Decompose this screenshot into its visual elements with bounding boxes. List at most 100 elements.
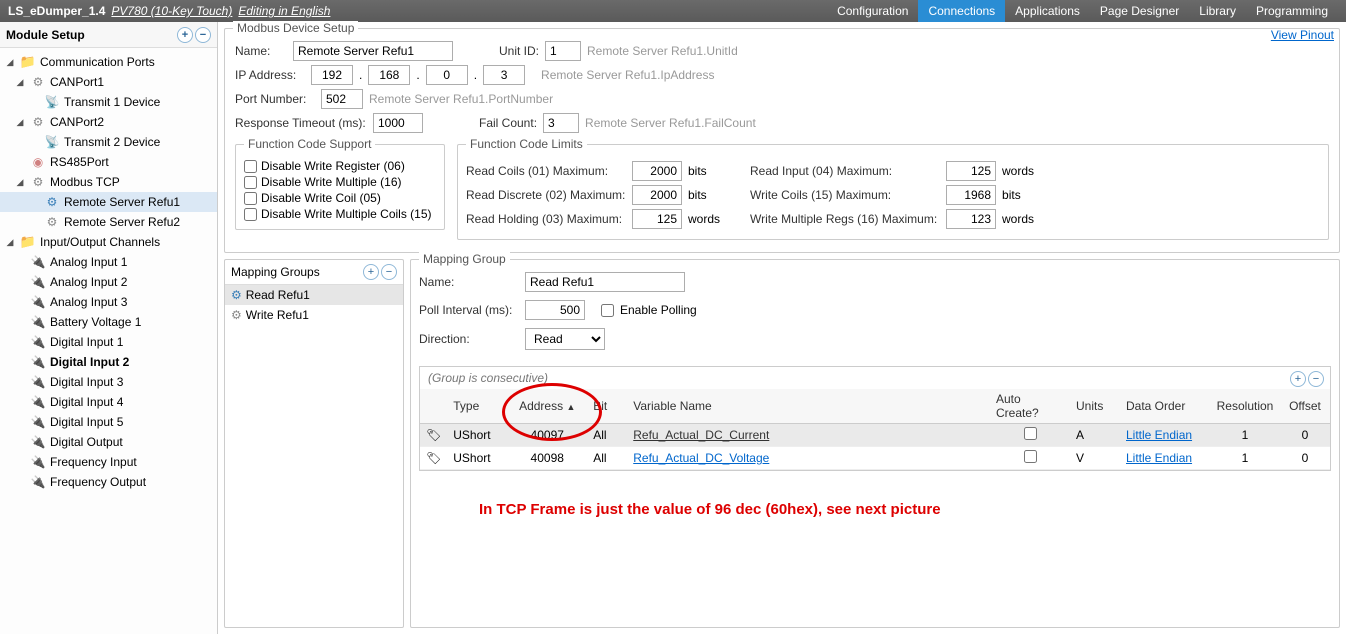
app-title: LS_eDumper_1.4	[8, 4, 105, 18]
data-order-link[interactable]: Little Endian	[1126, 428, 1192, 442]
disable-write-coil-checkbox[interactable]	[244, 192, 257, 205]
top-menu-bar: LS_eDumper_1.4 PV780 (10-Key Touch) Edit…	[0, 0, 1346, 22]
direction-select[interactable]: Read	[525, 328, 605, 350]
failcount-label: Fail Count:	[479, 116, 537, 130]
ip-octet-1[interactable]	[311, 65, 353, 85]
col-bit[interactable]: Bit	[587, 389, 627, 424]
unitid-hint: Remote Server Refu1.UnitId	[587, 44, 738, 58]
tree-remote-server-refu2[interactable]: Remote Server Refu2	[0, 212, 217, 232]
ip-octet-4[interactable]	[483, 65, 525, 85]
tree-transmit1[interactable]: Transmit 1 Device	[0, 92, 217, 112]
tree-communication-ports[interactable]: ◢Communication Ports	[0, 52, 217, 72]
menu-applications[interactable]: Applications	[1005, 0, 1090, 22]
folder-icon	[20, 234, 36, 250]
port-hint: Remote Server Refu1.PortNumber	[369, 92, 553, 106]
mapping-groups-title: Mapping Groups	[231, 265, 320, 279]
menu-library[interactable]: Library	[1189, 0, 1246, 22]
table-add-button[interactable]: +	[1290, 371, 1306, 387]
write-coils-max-input[interactable]	[946, 185, 996, 205]
tree-digital-output[interactable]: Digital Output	[0, 432, 217, 452]
tree-modbus-tcp[interactable]: ◢Modbus TCP	[0, 172, 217, 192]
tree-transmit2[interactable]: Transmit 2 Device	[0, 132, 217, 152]
menu-connections[interactable]: Connections	[918, 0, 1005, 22]
col-offset[interactable]: Offset	[1280, 389, 1330, 424]
mapping-group-write-refu1[interactable]: Write Refu1	[225, 305, 403, 325]
tree-canport2[interactable]: ◢CANPort2	[0, 112, 217, 132]
plug-icon	[30, 434, 46, 450]
plug-icon	[30, 294, 46, 310]
col-variable-name[interactable]: Variable Name	[627, 389, 990, 424]
mapping-group-detail-panel: Mapping Group Name: Poll Interval (ms):E…	[410, 259, 1340, 628]
mapping-group-read-refu1[interactable]: Read Refu1	[225, 285, 403, 305]
disable-write-multiple-checkbox[interactable]	[244, 176, 257, 189]
col-units[interactable]: Units	[1070, 389, 1120, 424]
sidebar-add-button[interactable]: +	[177, 27, 193, 43]
plug-icon	[30, 414, 46, 430]
editing-mode[interactable]: Editing in English	[238, 4, 330, 18]
menu-page-designer[interactable]: Page Designer	[1090, 0, 1189, 22]
auto-create-checkbox[interactable]	[1024, 427, 1037, 440]
module-tree: ◢Communication Ports ◢CANPort1 Transmit …	[0, 48, 217, 496]
tree-digital-input-3[interactable]: Digital Input 3	[0, 372, 217, 392]
tree-analog-input-1[interactable]: Analog Input 1	[0, 252, 217, 272]
tree-rs485port[interactable]: RS485Port	[0, 152, 217, 172]
unitid-input[interactable]	[545, 41, 581, 61]
tree-analog-input-3[interactable]: Analog Input 3	[0, 292, 217, 312]
read-coils-max-input[interactable]	[632, 161, 682, 181]
ip-hint: Remote Server Refu1.IpAddress	[541, 68, 714, 82]
tree-battery-voltage-1[interactable]: Battery Voltage 1	[0, 312, 217, 332]
col-data-order[interactable]: Data Order	[1120, 389, 1210, 424]
module-setup-sidebar: Module Setup + − ◢Communication Ports ◢C…	[0, 22, 218, 634]
disable-write-multiple-coils-checkbox[interactable]	[244, 208, 257, 221]
data-order-link[interactable]: Little Endian	[1126, 451, 1192, 465]
tree-frequency-input[interactable]: Frequency Input	[0, 452, 217, 472]
tree-analog-input-2[interactable]: Analog Input 2	[0, 272, 217, 292]
port-input[interactable]	[321, 89, 363, 109]
plug-icon	[30, 474, 46, 490]
gear-icon	[30, 174, 46, 190]
poll-interval-input[interactable]	[525, 300, 585, 320]
menu-programming[interactable]: Programming	[1246, 0, 1338, 22]
tree-canport1[interactable]: ◢CANPort1	[0, 72, 217, 92]
enable-polling-checkbox[interactable]	[601, 304, 614, 317]
table-remove-button[interactable]: −	[1308, 371, 1324, 387]
device-name-input[interactable]	[293, 41, 453, 61]
write-multiple-regs-max-input[interactable]	[946, 209, 996, 229]
tree-remote-server-refu1[interactable]: Remote Server Refu1	[0, 192, 217, 212]
read-holding-max-input[interactable]	[632, 209, 682, 229]
mapping-group-add-button[interactable]: +	[363, 264, 379, 280]
tree-io-channels[interactable]: ◢Input/Output Channels	[0, 232, 217, 252]
tree-frequency-output[interactable]: Frequency Output	[0, 472, 217, 492]
variable-link[interactable]: Refu_Actual_DC_Voltage	[633, 451, 769, 465]
col-address[interactable]: Address ▲	[507, 389, 587, 424]
auto-create-checkbox[interactable]	[1024, 450, 1037, 463]
tree-digital-input-4[interactable]: Digital Input 4	[0, 392, 217, 412]
response-timeout-input[interactable]	[373, 113, 423, 133]
tree-digital-input-5[interactable]: Digital Input 5	[0, 412, 217, 432]
col-auto-create[interactable]: Auto Create?	[990, 389, 1070, 424]
sidebar-remove-button[interactable]: −	[195, 27, 211, 43]
variable-link[interactable]: Refu_Actual_DC_Current	[633, 428, 769, 442]
mapping-group-name-input[interactable]	[525, 272, 685, 292]
unitid-label: Unit ID:	[499, 44, 539, 58]
col-resolution[interactable]: Resolution	[1210, 389, 1280, 424]
tree-digital-input-2[interactable]: Digital Input 2	[0, 352, 217, 372]
ip-octet-2[interactable]	[368, 65, 410, 85]
tag-icon: 🏷	[420, 424, 447, 447]
read-discrete-max-input[interactable]	[632, 185, 682, 205]
disable-write-register-checkbox[interactable]	[244, 160, 257, 173]
ip-octet-3[interactable]	[426, 65, 468, 85]
failcount-input[interactable]	[543, 113, 579, 133]
table-row[interactable]: 🏷 UShort 40098 All Refu_Actual_DC_Voltag…	[420, 447, 1330, 470]
mapping-group-remove-button[interactable]: −	[381, 264, 397, 280]
col-type[interactable]: Type	[447, 389, 507, 424]
sidebar-title: Module Setup	[6, 28, 85, 42]
tree-digital-input-1[interactable]: Digital Input 1	[0, 332, 217, 352]
read-input-max-input[interactable]	[946, 161, 996, 181]
table-row[interactable]: 🏷 UShort 40097 All Refu_Actual_DC_Curren…	[420, 424, 1330, 447]
plug-icon	[30, 274, 46, 290]
device-link[interactable]: PV780 (10-Key Touch)	[111, 4, 232, 18]
tag-icon: 🏷	[420, 447, 447, 470]
menu-configuration[interactable]: Configuration	[827, 0, 918, 22]
folder-icon	[20, 54, 36, 70]
